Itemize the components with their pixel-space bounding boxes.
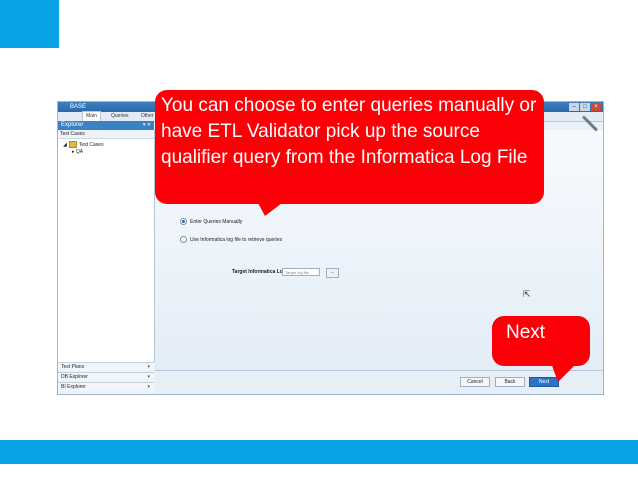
tree-item-qa[interactable]: ▸ QA (72, 149, 83, 156)
maximize-icon[interactable]: □ (580, 103, 590, 111)
callout-text: You can choose to enter queries manually… (161, 95, 537, 168)
panel-bi-explorer[interactable]: BI Explorer ▾ (58, 382, 154, 391)
explorer-header: Explorer ▾ ✕ (58, 121, 154, 130)
corner-accent-square (0, 0, 59, 48)
folder-icon (68, 141, 77, 148)
target-log-label: Target Informatica Log : (232, 269, 289, 275)
tab-main[interactable]: Main (82, 111, 101, 121)
radio-unchecked-icon[interactable] (180, 236, 187, 244)
panel-db-explorer[interactable]: DB Explorer ▾ (58, 372, 154, 381)
window-controls: – □ × (569, 103, 601, 111)
next-callout: Next (492, 316, 590, 382)
radio-checked-icon[interactable] (180, 218, 187, 226)
panel-test-plans[interactable]: Test Plans ▾ (58, 362, 154, 371)
tab-other[interactable]: Other (138, 112, 157, 121)
wizard-footer: Cancel Back Next (155, 370, 603, 394)
target-log-input[interactable]: Target log file (282, 268, 320, 276)
mouse-cursor-icon: ⇱ (523, 289, 531, 299)
pin-icon[interactable]: ▾ ✕ (143, 121, 151, 130)
option-enter-manually[interactable]: Enter Queries Manually (180, 218, 242, 226)
browse-button[interactable]: ... (326, 268, 339, 278)
next-callout-text: Next (506, 322, 546, 343)
collapse-arrow-icon[interactable]: ▸ (72, 149, 75, 155)
explorer-pane: Test Cases ◢ Test Cases ▸ QA (58, 130, 155, 362)
bottom-accent-band (0, 440, 638, 464)
back-button[interactable]: Back (495, 377, 525, 387)
expand-icon[interactable]: ◢ (63, 142, 67, 148)
explanation-callout: You can choose to enter queries manually… (155, 90, 544, 216)
close-icon[interactable]: × (591, 103, 601, 111)
next-callout-pointer (550, 360, 580, 382)
tab-queries[interactable]: Queries (108, 112, 132, 121)
chevron-down-icon: ▾ (147, 374, 150, 380)
chevron-down-icon: ▾ (147, 364, 150, 370)
tree-item-test-cases[interactable]: ◢ Test Cases (63, 141, 104, 149)
section-header: Test Cases (58, 130, 154, 139)
explorer-title: Explorer (61, 122, 84, 128)
cancel-button[interactable]: Cancel (460, 377, 490, 387)
minimize-icon[interactable]: – (569, 103, 579, 111)
chevron-down-icon: ▾ (147, 384, 150, 390)
callout-pointer (251, 190, 299, 216)
option-use-log-file[interactable]: Use Informatica log file to retrieve que… (180, 236, 282, 244)
